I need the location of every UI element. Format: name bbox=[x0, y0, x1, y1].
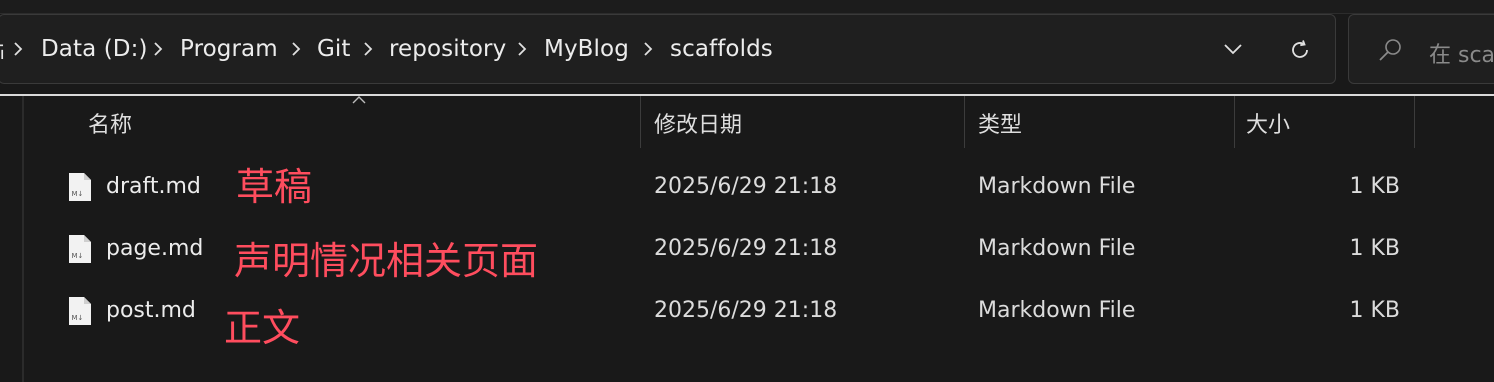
file-size: 1 KB bbox=[1349, 236, 1400, 261]
column-header-modified-label: 修改日期 bbox=[654, 113, 743, 138]
file-type: Markdown File bbox=[978, 298, 1136, 323]
column-resize-handle[interactable] bbox=[1234, 96, 1235, 148]
column-resize-handle[interactable] bbox=[964, 96, 965, 148]
file-name: draft.md bbox=[106, 174, 201, 199]
column-header-type[interactable]: 类型 bbox=[978, 96, 1234, 150]
column-resize-handle[interactable] bbox=[1414, 96, 1415, 148]
address-history-dropdown[interactable] bbox=[1219, 35, 1247, 63]
address-bar[interactable]: 画 Data (D:) Program Git bbox=[0, 14, 1336, 84]
chevron-right-icon[interactable] bbox=[361, 37, 375, 61]
chevron-right-icon[interactable] bbox=[289, 37, 303, 61]
chevron-right-icon[interactable] bbox=[151, 37, 165, 61]
annotation-post: 正文 bbox=[224, 306, 301, 350]
refresh-button[interactable] bbox=[1285, 35, 1315, 65]
markdown-file-icon: M↓ bbox=[69, 173, 91, 201]
breadcrumb-item-label: repository bbox=[389, 36, 507, 62]
file-size: 1 KB bbox=[1349, 174, 1400, 199]
breadcrumb-item-scaffolds[interactable]: scaffolds bbox=[670, 35, 773, 63]
breadcrumb-item-git[interactable]: Git bbox=[317, 35, 351, 63]
column-header-type-label: 类型 bbox=[978, 113, 1023, 138]
breadcrumb-item-label: Program bbox=[180, 36, 278, 62]
breadcrumb-item-data-d[interactable]: Data (D:) bbox=[41, 35, 148, 63]
column-resize-handle[interactable] bbox=[640, 96, 641, 148]
chevron-right-icon[interactable] bbox=[11, 37, 25, 61]
chevron-down-icon bbox=[1224, 44, 1242, 55]
chevron-right-icon[interactable] bbox=[641, 37, 655, 61]
markdown-file-icon: M↓ bbox=[69, 235, 91, 263]
search-input[interactable]: 在 sca bbox=[1348, 14, 1494, 84]
title-strip bbox=[0, 0, 1494, 14]
file-name: page.md bbox=[106, 236, 204, 261]
breadcrumb-item-label: Data (D:) bbox=[41, 36, 148, 62]
file-modified: 2025/6/29 21:18 bbox=[654, 298, 838, 323]
column-header-name-label: 名称 bbox=[88, 113, 133, 138]
svg-text:M↓: M↓ bbox=[72, 252, 84, 260]
column-header-size-label: 大小 bbox=[1246, 113, 1291, 138]
column-header: 名称 修改日期 类型 大小 bbox=[24, 96, 1494, 150]
breadcrumb-item-repository[interactable]: repository bbox=[389, 35, 506, 63]
annotation-draft: 草稿 bbox=[236, 165, 313, 209]
breadcrumb-item-label: scaffolds bbox=[670, 36, 773, 62]
column-header-modified[interactable]: 修改日期 bbox=[654, 96, 964, 150]
svg-text:M↓: M↓ bbox=[72, 314, 84, 322]
file-type: Markdown File bbox=[978, 174, 1136, 199]
breadcrumb-item-myblog[interactable]: MyBlog bbox=[544, 35, 629, 63]
file-type: Markdown File bbox=[978, 236, 1136, 261]
search-placeholder: 在 sca bbox=[1429, 43, 1494, 68]
annotation-page: 声明情况相关页面 bbox=[234, 239, 539, 283]
search-icon bbox=[1379, 39, 1401, 61]
chevron-right-icon[interactable] bbox=[515, 37, 529, 61]
breadcrumb-item-program[interactable]: Program bbox=[180, 35, 278, 63]
column-header-name[interactable]: 名称 bbox=[88, 96, 640, 150]
markdown-file-icon: M↓ bbox=[69, 297, 91, 325]
file-modified: 2025/6/29 21:18 bbox=[654, 236, 838, 261]
column-header-size[interactable]: 大小 bbox=[1246, 96, 1414, 150]
breadcrumb-clipped-item[interactable]: 画 bbox=[0, 39, 5, 59]
file-explorer: 画 Data (D:) Program Git bbox=[0, 0, 1494, 382]
file-size: 1 KB bbox=[1349, 298, 1400, 323]
file-modified: 2025/6/29 21:18 bbox=[654, 174, 838, 199]
breadcrumb-item-label: Git bbox=[317, 36, 351, 62]
svg-text:M↓: M↓ bbox=[72, 190, 84, 198]
refresh-icon bbox=[1292, 40, 1308, 58]
file-name: post.md bbox=[106, 298, 196, 323]
breadcrumb-item-label: MyBlog bbox=[544, 36, 629, 62]
